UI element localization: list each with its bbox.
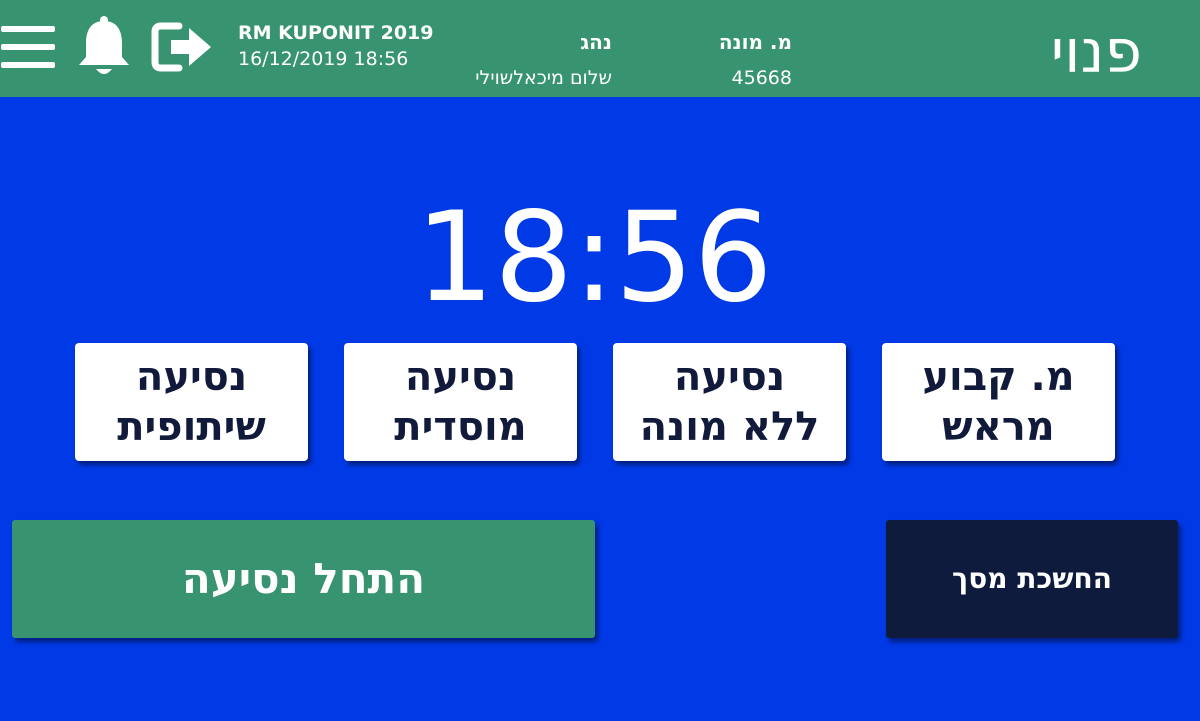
driver-label: נהג [580, 30, 612, 54]
trip-label-line1: מ. קבוע [922, 354, 1075, 400]
trip-label-line1: נסיעה [673, 354, 786, 400]
logout-button[interactable] [150, 14, 216, 80]
start-trip-button[interactable]: התחל נסיעה [12, 520, 595, 638]
taxi-status: פנוי [1050, 17, 1142, 87]
meter-label: מ. מונה [718, 30, 792, 54]
header-datetime: 16/12/2019 18:56 [238, 48, 409, 70]
top-bar: RM KUPONIT 2019 16/12/2019 18:56 נהג שלו… [0, 0, 1200, 97]
dim-screen-button[interactable]: החשכת מסך [886, 520, 1178, 638]
notifications-button[interactable] [74, 14, 134, 80]
meter-info: מ. מונה 45668 [719, 24, 792, 96]
trip-label-line1: נסיעה [404, 354, 517, 400]
shared-trip-button[interactable]: נסיעה שיתופית [75, 343, 308, 461]
exit-icon [151, 22, 211, 72]
bell-icon [79, 16, 129, 74]
trip-label-line2: מוסדית [394, 404, 527, 450]
trip-label-line1: נסיעה [135, 354, 248, 400]
menu-button[interactable] [0, 14, 58, 80]
menu-icon [1, 26, 55, 68]
trip-label-line2: שיתופית [117, 404, 266, 450]
trip-label-line2: ללא מונה [639, 404, 820, 450]
fixed-price-trip-button[interactable]: מ. קבוע מראש [882, 343, 1115, 461]
trip-label-line2: מראש [942, 404, 1055, 450]
meter-number: 45668 [731, 67, 792, 89]
driver-name: שלום מיכאלשוילי [475, 67, 612, 89]
app-name: RM KUPONIT 2019 [238, 22, 434, 44]
clock-display: 18:56 [415, 186, 773, 330]
driver-info: נהג שלום מיכאלשוילי [475, 24, 612, 96]
institutional-trip-button[interactable]: נסיעה מוסדית [344, 343, 577, 461]
no-meter-trip-button[interactable]: נסיעה ללא מונה [613, 343, 846, 461]
app-info: RM KUPONIT 2019 16/12/2019 18:56 [238, 20, 433, 72]
